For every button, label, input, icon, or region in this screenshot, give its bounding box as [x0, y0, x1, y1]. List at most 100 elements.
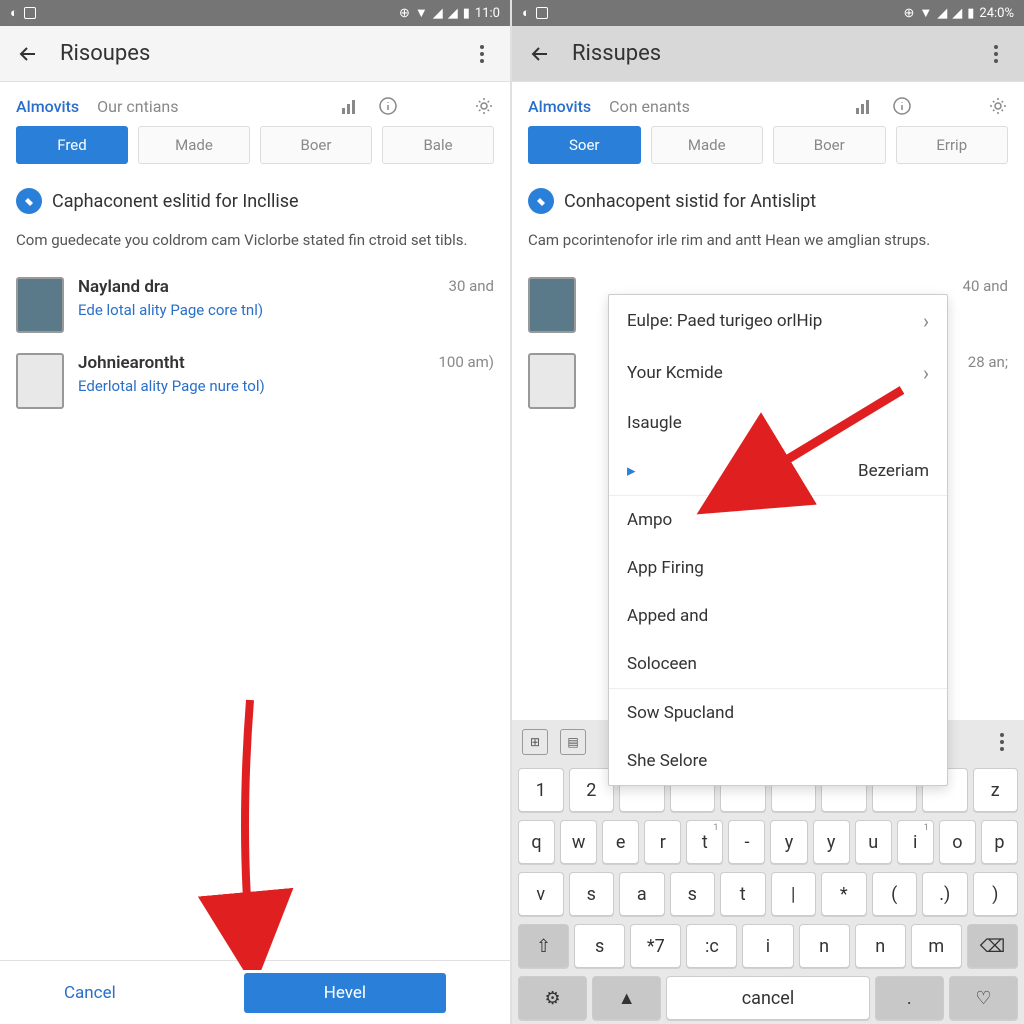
keyboard-key[interactable]: | — [771, 872, 817, 916]
chip-fred[interactable]: Fred — [16, 126, 128, 164]
keyboard-key[interactable]: - — [728, 820, 765, 864]
keyboard-key[interactable]: t — [720, 872, 766, 916]
keyboard-key[interactable]: ⚙ — [518, 976, 587, 1020]
signal-icon: ◢ — [937, 6, 947, 21]
keyboard-key[interactable]: w — [560, 820, 597, 864]
chip-made[interactable]: Made — [651, 126, 764, 164]
keyboard-key[interactable]: p — [981, 820, 1018, 864]
dropdown-item[interactable]: She Selore — [609, 737, 947, 785]
keyboard-key[interactable]: a — [619, 872, 665, 916]
kb-tool-icon[interactable]: ⊞ — [522, 729, 548, 755]
dropdown-item[interactable]: ▸Bezeriam — [609, 447, 947, 495]
tab-almovits[interactable]: Almovits — [528, 97, 591, 116]
settings-icon[interactable] — [474, 96, 494, 116]
dropdown-item[interactable]: Your Kcmide› — [609, 347, 947, 399]
square-icon — [536, 7, 548, 19]
cast-icon: ⊕ — [399, 6, 410, 21]
keyboard-key[interactable]: *7 — [630, 924, 681, 968]
keyboard-key[interactable]: m — [911, 924, 962, 968]
section-badge-icon — [16, 188, 42, 214]
keyboard-key[interactable]: ( — [872, 872, 918, 916]
section-badge-icon — [528, 188, 554, 214]
dropdown-item[interactable]: Soloceen — [609, 640, 947, 688]
list-item[interactable]: Nayland dra Ede lotal ality Page core tn… — [0, 267, 510, 343]
keyboard-key[interactable]: ) — [973, 872, 1019, 916]
dropdown-item[interactable]: Isaugle — [609, 399, 947, 447]
keyboard-key[interactable]: .) — [922, 872, 968, 916]
keyboard-key[interactable]: e — [602, 820, 639, 864]
info-icon[interactable] — [892, 96, 912, 116]
keyboard-key[interactable]: t1 — [686, 820, 723, 864]
dropdown-item[interactable]: App Firing — [609, 544, 947, 592]
keyboard-key[interactable]: n — [799, 924, 850, 968]
chip-boer[interactable]: Boer — [260, 126, 372, 164]
primary-button[interactable]: Hevel — [244, 973, 446, 1013]
wifi-icon: ▼ — [919, 5, 932, 21]
section-desc: Cam pcorintenofor irle rim and antt Hean… — [512, 222, 1024, 267]
keyboard-key[interactable]: ▲ — [592, 976, 661, 1020]
keyboard-key[interactable]: o — [939, 820, 976, 864]
thumbnail-icon — [528, 353, 576, 409]
keyboard-key[interactable]: * — [821, 872, 867, 916]
back-button[interactable] — [528, 42, 552, 66]
thumbnail-icon — [528, 277, 576, 333]
kb-overflow[interactable] — [990, 733, 1014, 751]
item-subtitle[interactable]: Ede lotal ality Page core tnl) — [78, 301, 435, 319]
keyboard-key[interactable]: v — [518, 872, 564, 916]
keyboard-key[interactable]: :c — [686, 924, 737, 968]
dropdown-item[interactable]: Sow Spucland — [609, 688, 947, 737]
chevron-right-icon: › — [923, 361, 929, 385]
section-title: Caphaconent eslitid for Incllise — [52, 191, 299, 212]
thumbnail-icon — [16, 277, 64, 333]
keyboard-key[interactable]: ⇧ — [518, 924, 569, 968]
keyboard-key[interactable]: i1 — [897, 820, 934, 864]
tab-enants[interactable]: Con enants — [609, 97, 690, 116]
settings-icon[interactable] — [988, 96, 1008, 116]
keyboard-key[interactable]: ♡ — [949, 976, 1018, 1020]
chip-made[interactable]: Made — [138, 126, 250, 164]
keyboard-key[interactable]: r — [644, 820, 681, 864]
chip-errip[interactable]: Errip — [896, 126, 1009, 164]
overflow-menu[interactable] — [984, 45, 1008, 63]
tab-almovits[interactable]: Almovits — [16, 97, 79, 116]
chip-bale[interactable]: Bale — [382, 126, 494, 164]
item-title: Nayland dra — [78, 277, 435, 297]
keyboard-key[interactable]: z — [973, 768, 1019, 812]
back-button[interactable] — [16, 42, 40, 66]
dropdown-item[interactable]: Ampo — [609, 495, 947, 544]
item-meta: 100 am) — [438, 353, 494, 371]
bars-icon[interactable] — [854, 96, 874, 116]
chip-soer[interactable]: Soer — [528, 126, 641, 164]
keyboard-key[interactable]: y — [770, 820, 807, 864]
notif-icon: ◐ — [522, 5, 530, 21]
dropdown-item[interactable]: Apped and — [609, 592, 947, 640]
clock: 11:0 — [475, 6, 500, 21]
keyboard-key[interactable]: 1 — [518, 768, 564, 812]
keyboard-key[interactable]: s — [574, 924, 625, 968]
keyboard-key[interactable]: s — [670, 872, 716, 916]
dropdown-item[interactable]: Eulpe: Paed turigeo orlHip› — [609, 295, 947, 347]
overflow-menu[interactable] — [470, 45, 494, 63]
keyboard-key[interactable]: n — [855, 924, 906, 968]
keyboard-key[interactable]: u — [855, 820, 892, 864]
item-title: Johniearontht — [78, 353, 424, 373]
keyboard-key[interactable]: q — [518, 820, 555, 864]
keyboard-key[interactable]: s — [569, 872, 615, 916]
info-icon[interactable] — [378, 96, 398, 116]
chip-boer[interactable]: Boer — [773, 126, 886, 164]
clock: 24:0% — [979, 6, 1014, 21]
keyboard-key[interactable]: y — [813, 820, 850, 864]
keyboard-key[interactable]: . — [875, 976, 944, 1020]
item-subtitle[interactable]: Ederlotal ality Page nure tol) — [78, 377, 424, 395]
tab-cntians[interactable]: Our cntians — [97, 97, 178, 116]
dropdown-menu: Eulpe: Paed turigeo orlHip›Your Kcmide›I… — [608, 294, 948, 786]
kb-tool-icon[interactable]: ▤ — [560, 729, 586, 755]
keyboard-key[interactable]: ⌫ — [967, 924, 1018, 968]
page-title: Rissupes — [572, 41, 984, 66]
keyboard-key[interactable]: cancel — [666, 976, 869, 1020]
cast-icon: ⊕ — [903, 6, 914, 21]
list-item[interactable]: Johniearontht Ederlotal ality Page nure … — [0, 343, 510, 419]
bars-icon[interactable] — [340, 96, 360, 116]
keyboard-key[interactable]: i — [742, 924, 793, 968]
cancel-button[interactable]: Cancel — [64, 983, 116, 1003]
